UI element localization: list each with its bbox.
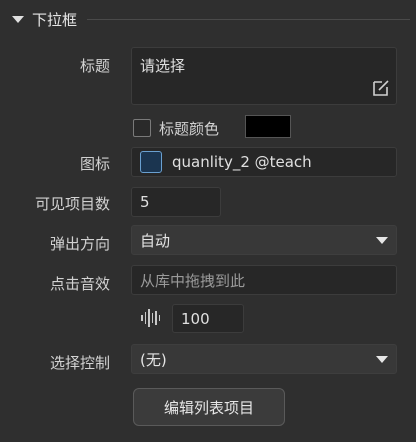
audio-wave-icon <box>141 308 160 328</box>
click-sound-placeholder: 从库中拖拽到此 <box>140 271 246 290</box>
icon-field[interactable]: quanlity_2 @teach <box>131 147 397 177</box>
volume-input[interactable]: 100 <box>172 304 244 333</box>
visible-count-value: 5 <box>140 193 150 211</box>
selection-control-dropdown[interactable]: (无) <box>131 344 397 374</box>
section-title: 下拉框 <box>32 10 78 29</box>
title-color-swatch[interactable] <box>245 115 291 138</box>
direction-value: 自动 <box>140 231 171 250</box>
edit-list-items-button[interactable]: 编辑列表项目 <box>133 388 285 426</box>
visible-count-label: 可见项目数 <box>34 195 110 213</box>
edit-list-items-label: 编辑列表项目 <box>163 398 254 417</box>
title-color-label: 标题颜色 <box>159 120 220 138</box>
title-label: 标题 <box>79 57 110 75</box>
image-asset-icon <box>140 151 162 173</box>
section-header[interactable]: 下拉框 <box>12 8 410 30</box>
selection-control-label: 选择控制 <box>49 354 110 372</box>
title-color-checkbox[interactable] <box>133 119 151 137</box>
icon-label: 图标 <box>79 155 110 173</box>
chevron-down-icon <box>376 236 388 244</box>
triangle-down-icon[interactable] <box>12 15 24 23</box>
direction-label: 弹出方向 <box>49 235 110 253</box>
section-divider <box>87 18 410 20</box>
title-textarea[interactable]: 请选择 <box>131 47 397 105</box>
chevron-down-icon <box>376 355 388 363</box>
click-sound-dropzone[interactable]: 从库中拖拽到此 <box>131 265 397 295</box>
visible-count-input[interactable]: 5 <box>131 187 221 217</box>
click-sound-label: 点击音效 <box>49 275 110 293</box>
icon-value: quanlity_2 @teach <box>172 153 312 171</box>
volume-value: 100 <box>181 309 210 328</box>
selection-control-value: (无) <box>140 350 167 369</box>
title-value: 请选择 <box>140 57 186 75</box>
direction-dropdown[interactable]: 自动 <box>131 225 397 255</box>
edit-icon[interactable] <box>368 75 394 101</box>
